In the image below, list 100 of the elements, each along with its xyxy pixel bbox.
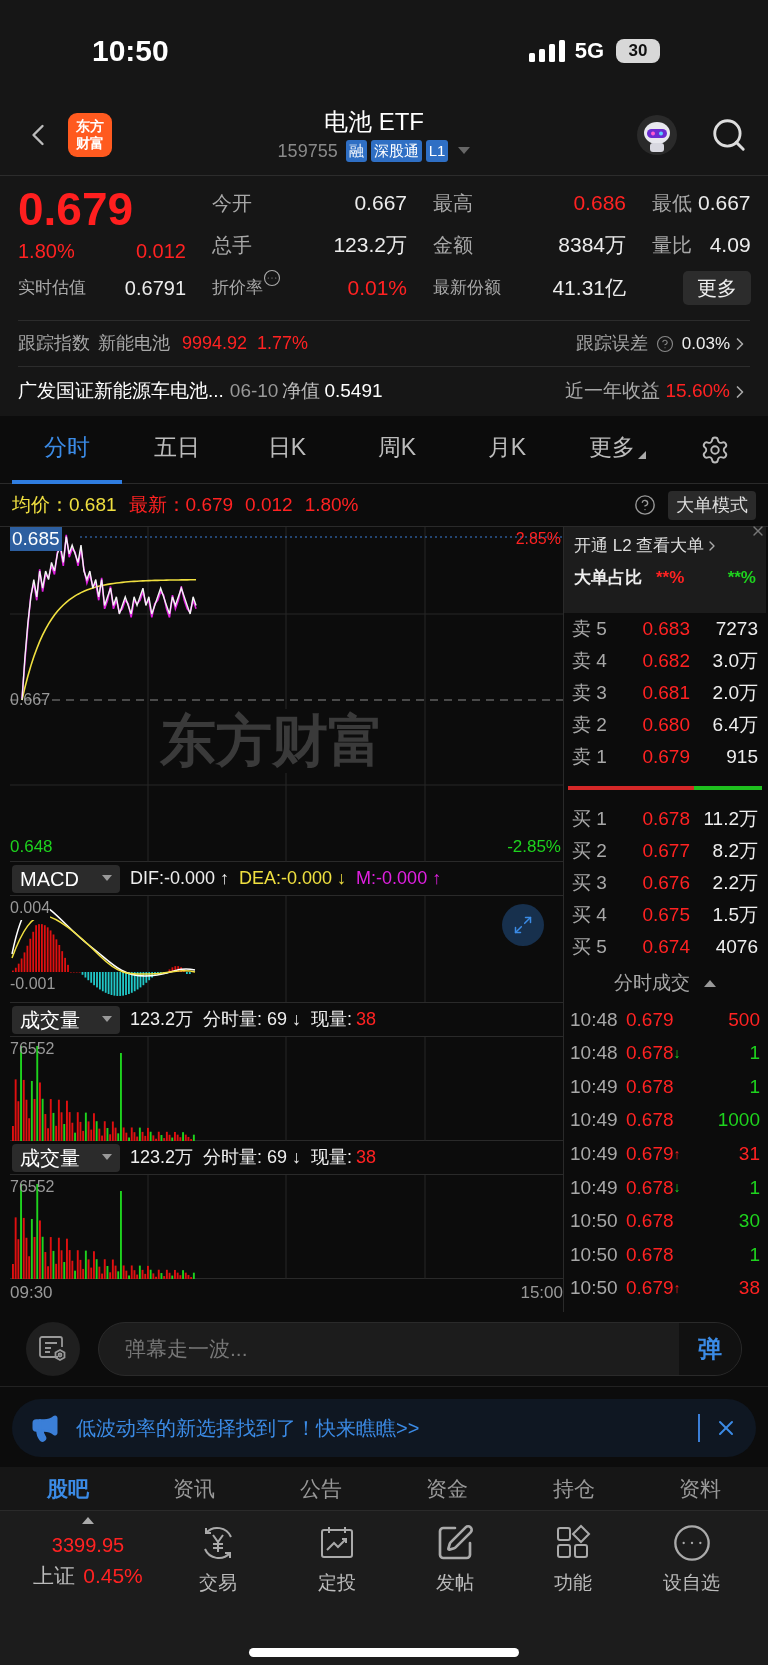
caret-up-icon[interactable] — [82, 1517, 94, 1524]
megaphone-icon — [30, 1413, 60, 1443]
trade-time: 10:49 — [570, 1074, 619, 1099]
send-danmaku-button[interactable]: 弹 — [679, 1323, 741, 1375]
change-amount: 0.012 — [135, 239, 186, 264]
bottom-nav-item[interactable]: 定投 — [278, 1517, 395, 1598]
app-logo: 东方 财富 — [68, 113, 112, 157]
robot-avatar-icon[interactable] — [636, 114, 678, 156]
stat-label: 金额 — [433, 233, 473, 258]
order-volume: 6.4万 — [711, 712, 758, 737]
help-icon[interactable] — [655, 334, 674, 353]
expand-icon — [513, 915, 533, 935]
stat-label: 折价率 — [212, 277, 263, 300]
trade-price: 0.679 — [626, 1276, 674, 1301]
caret-up-icon[interactable] — [704, 979, 716, 987]
network-label: 5G — [574, 37, 604, 65]
tracking-label: 跟踪指数 — [18, 332, 90, 355]
big-order-mode-button[interactable]: 大单模式 — [668, 490, 756, 520]
more-icon — [671, 1523, 712, 1563]
buy-ratio-value: **% — [656, 566, 685, 589]
order-volume: 1.5万 — [711, 902, 758, 927]
time-axis-label: 09:30 — [10, 1282, 53, 1305]
trade-time: 10:49 — [570, 1108, 619, 1133]
tracking-index: 新能电池 — [98, 332, 170, 355]
order-price: 0.678 — [641, 806, 690, 831]
trade-time: 10:50 — [570, 1276, 619, 1301]
trade-volume: 30 — [737, 1209, 760, 1234]
chart-tab[interactable]: 月K — [452, 415, 562, 484]
index-change-percent: 0.45% — [83, 1563, 143, 1589]
stat-value: 0.667 — [698, 190, 751, 217]
order-price: 0.681 — [641, 680, 690, 705]
trade-price: 0.678 — [626, 1074, 674, 1099]
trade-volume: 1 — [748, 1175, 760, 1200]
order-volume: 2.0万 — [711, 680, 758, 705]
promo-banner[interactable]: 低波动率的新选择找到了！快来瞧瞧>> — [12, 1399, 756, 1457]
stat-label: 最高 — [433, 191, 473, 216]
fund-title: 电池 ETF — [324, 106, 424, 137]
expand-button[interactable] — [502, 904, 544, 946]
latest-percent: 1.80% — [304, 492, 359, 517]
section-tab[interactable]: 持仓 — [525, 1475, 622, 1502]
l2-upgrade-link[interactable]: 开通 L2 查看大单 — [574, 533, 705, 559]
index-value: 9994.92 — [182, 332, 248, 355]
caret-down-icon[interactable] — [458, 147, 471, 155]
search-icon[interactable] — [710, 116, 748, 154]
danmaku-input[interactable]: 弹幕走一波... 弹 — [98, 1322, 742, 1376]
section-tab[interactable]: 股吧 — [20, 1475, 116, 1502]
indicator-selector[interactable]: 成交量 — [12, 1005, 120, 1034]
indicator-selector[interactable]: MACD — [12, 864, 120, 893]
section-tab[interactable]: 资金 — [399, 1475, 496, 1502]
more-info-icon[interactable] — [263, 269, 281, 288]
index-percent: 1.77% — [257, 332, 309, 355]
more-button[interactable]: 更多 — [682, 271, 751, 305]
document-settings-icon — [38, 1335, 68, 1363]
order-level-label: 卖 3 — [572, 680, 608, 705]
order-price: 0.674 — [641, 934, 690, 959]
chart-tab[interactable]: 更多 — [562, 415, 672, 484]
bottom-nav-item[interactable]: 发帖 — [396, 1517, 514, 1598]
stat-label: 今开 — [212, 191, 252, 216]
order-volume: 4076 — [714, 934, 758, 959]
order-price: 0.679 — [641, 744, 690, 769]
caret-down-icon — [102, 1016, 112, 1023]
order-level-label: 卖 5 — [572, 616, 608, 641]
settings-icon[interactable] — [700, 434, 730, 465]
section-tab[interactable]: 资料 — [651, 1475, 748, 1502]
indicator-selector[interactable]: 成交量 — [12, 1143, 120, 1172]
trade-volume: 31 — [737, 1141, 760, 1166]
trade-volume: 500 — [727, 1007, 760, 1032]
time-axis-label: 15:00 — [520, 1282, 563, 1305]
bottom-nav-item[interactable]: 功能 — [515, 1517, 632, 1598]
current-volume: 38 — [356, 1008, 377, 1031]
bottom-nav-item[interactable]: 交易 — [160, 1517, 277, 1598]
trade-volume: 1000 — [716, 1108, 760, 1133]
trade-direction: ↑ — [673, 1144, 681, 1164]
order-level-label: 买 3 — [572, 870, 608, 895]
fund-name: 广发国证新能源车电池... — [18, 379, 224, 404]
chart-tab[interactable]: 五日 — [122, 415, 232, 484]
order-level-label: 买 5 — [572, 934, 608, 959]
fund-badge: 融 — [345, 140, 367, 162]
caret-down-icon — [102, 1154, 112, 1161]
trade-volume: 1 — [748, 1242, 760, 1267]
chart-tab[interactable]: 周K — [342, 415, 452, 484]
dea-reading: DEA:-0.000 ↓ — [239, 867, 347, 890]
order-volume: 2.2万 — [711, 870, 758, 895]
tracking-error-label: 跟踪误差 — [575, 332, 648, 355]
trade-time: 10:49 — [570, 1175, 619, 1200]
help-icon[interactable] — [634, 494, 656, 516]
stat-value: 41.31亿 — [551, 275, 626, 302]
price-base-label: 0.667 — [10, 690, 51, 710]
dif-reading: DIF:-0.000 ↑ — [130, 867, 230, 890]
chart-tab[interactable]: 日K — [232, 415, 342, 484]
trade-volume: 1 — [748, 1041, 760, 1066]
trade-price: 0.679 — [626, 1141, 674, 1166]
section-tab[interactable]: 资讯 — [146, 1475, 243, 1502]
bottom-nav-item[interactable]: 设自选 — [633, 1517, 751, 1598]
period-volume: 分时量: 69 ↓ — [203, 1146, 302, 1169]
order-volume: 915 — [725, 744, 758, 769]
section-tab[interactable]: 公告 — [272, 1475, 369, 1502]
order-price: 0.677 — [641, 838, 690, 863]
trade-time: 10:48 — [570, 1041, 619, 1066]
chart-tab[interactable]: 分时 — [12, 415, 122, 484]
